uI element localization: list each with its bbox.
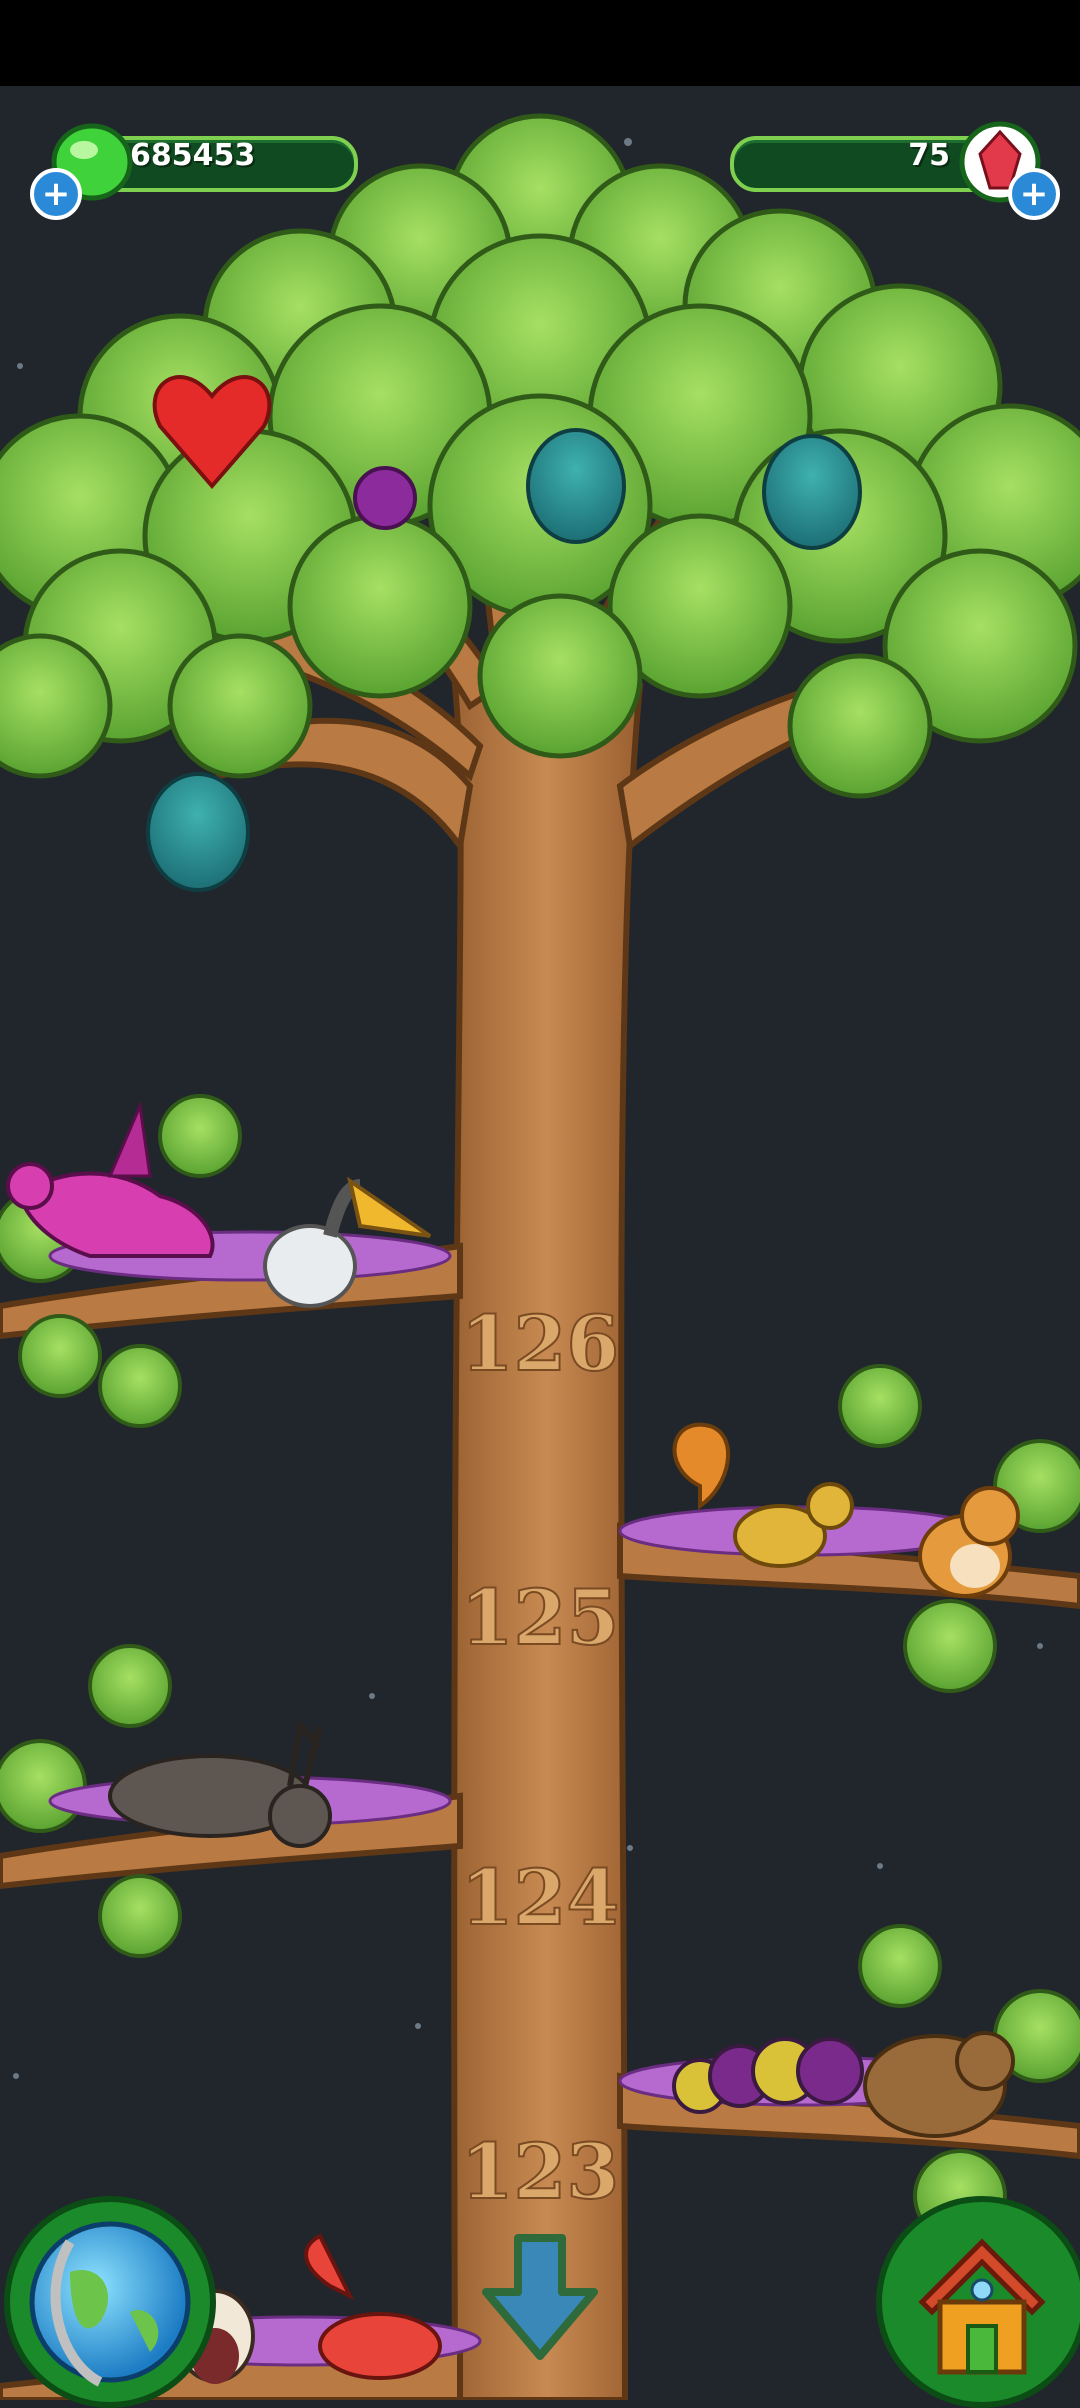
teal-fruit[interactable] (146, 772, 250, 892)
animal-reindeer[interactable] (108, 1719, 332, 1848)
tree-scene: 126 125 124 123 122 (0, 113, 1080, 2400)
plum-fruit[interactable] (353, 466, 417, 530)
home-button[interactable] (876, 2196, 1080, 2408)
add-red-gems-button[interactable]: + (1008, 168, 1060, 220)
add-green-gems-button[interactable]: + (30, 168, 82, 220)
animal-lobster[interactable] (304, 2233, 442, 2380)
level-number: 125 (461, 1573, 620, 1662)
globe-icon (29, 2221, 191, 2387)
red-gem-value: 75 (908, 138, 950, 173)
level-number: 126 (461, 1299, 620, 1388)
red-gem-counter: 75 + (730, 121, 1060, 220)
game-scene: 126 125 124 123 122 (0, 86, 1080, 2400)
map-button[interactable] (4, 2196, 216, 2408)
level-number: 124 (461, 1853, 620, 1942)
scroll-down-button[interactable] (478, 2232, 602, 2362)
arrow-down-icon (482, 2234, 598, 2360)
teal-fruit[interactable] (762, 434, 862, 550)
house-icon (918, 2238, 1046, 2375)
teal-fruit[interactable] (526, 428, 626, 544)
level-number: 123 (461, 2127, 620, 2216)
status-bar (0, 0, 1080, 86)
green-gem-value: 685453 (130, 138, 256, 173)
animal-hamster[interactable] (918, 1486, 1020, 1598)
green-gem-counter: 685453 + (30, 123, 360, 220)
